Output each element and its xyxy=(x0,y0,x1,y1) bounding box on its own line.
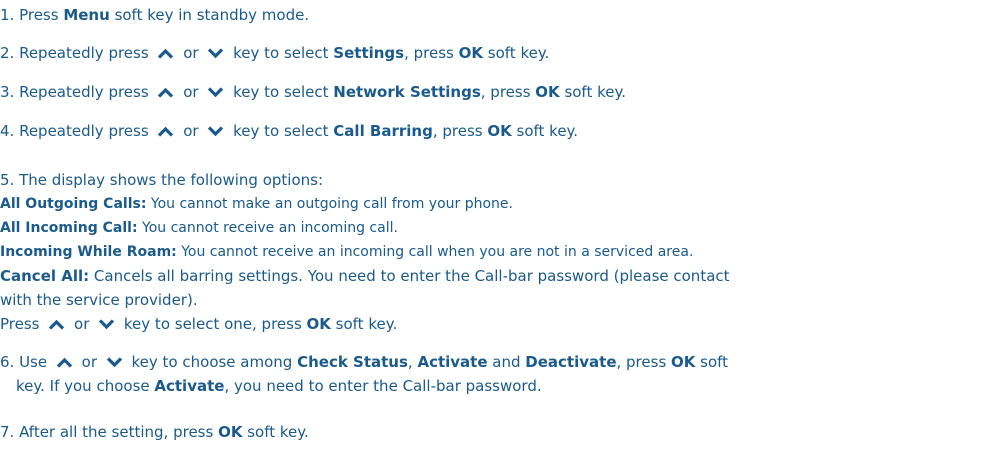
step-2-or: or xyxy=(178,44,204,62)
step-6-continued: key. If you choose Activate, you need to… xyxy=(16,376,542,396)
step-6-mid: key to choose among xyxy=(126,353,298,371)
step-3-suffix: soft key. xyxy=(559,83,626,101)
press-suffix: soft key. xyxy=(330,315,398,333)
option-description: You cannot receive an incoming call. xyxy=(137,220,398,236)
step-6: 6. Use or key to choose among Check Stat… xyxy=(0,352,728,372)
step-4-suffix: soft key. xyxy=(511,122,579,140)
step-3-press: , press xyxy=(480,83,536,101)
ok-key-label: OK xyxy=(487,122,512,140)
option-description: You cannot receive an incoming call when… xyxy=(176,244,694,260)
step-7-prefix: 7. After all the setting, press xyxy=(0,423,219,441)
chevron-down-icon xyxy=(207,87,224,98)
step-6-soft: soft xyxy=(695,353,729,371)
step-1-suffix: soft key in standby mode. xyxy=(109,6,310,24)
step-2: 2. Repeatedly press or key to select Set… xyxy=(0,43,549,63)
ok-key-label: OK xyxy=(218,423,243,441)
chevron-up-icon xyxy=(48,319,65,330)
step-2-suffix: soft key. xyxy=(483,44,550,62)
step-6-line2-a: key. If you choose xyxy=(16,377,155,395)
activate-label: Activate xyxy=(417,353,488,371)
option-all-incoming: All Incoming Call: You cannot receive an… xyxy=(0,218,398,238)
ok-key-label: OK xyxy=(458,44,484,62)
press-mid: key to select one, press xyxy=(119,315,307,333)
ok-key-label: OK xyxy=(671,353,696,371)
step-1: 1. Press Menu soft key in standby mode. xyxy=(0,5,309,25)
deactivate-label: Deactivate xyxy=(525,353,617,371)
step-3-prefix: 3. Repeatedly press xyxy=(0,83,154,101)
press-prefix: Press xyxy=(0,315,45,333)
menu-key-label: Menu xyxy=(63,6,110,24)
step-4-or: or xyxy=(178,122,204,140)
option-all-outgoing: All Outgoing Calls: You cannot make an o… xyxy=(0,194,513,214)
chevron-up-icon xyxy=(157,48,174,59)
step-4: 4. Repeatedly press or key to select Cal… xyxy=(0,121,578,141)
step-4-press: , press xyxy=(432,122,488,140)
instruction-document: 1. Press Menu soft key in standby mode. … xyxy=(0,0,1005,465)
chevron-up-icon xyxy=(56,357,73,368)
chevron-up-icon xyxy=(157,126,174,137)
press-or: or xyxy=(69,315,95,333)
option-description: Cancels all barring settings. You need t… xyxy=(89,267,730,285)
step-6-line2-b: , you need to enter the Call-bar passwor… xyxy=(224,377,542,395)
step-3-or: or xyxy=(178,83,204,101)
step-3-mid: key to select xyxy=(228,83,334,101)
option-label: Incoming While Roam: xyxy=(0,244,177,260)
check-status-label: Check Status xyxy=(297,353,408,371)
step-4-prefix: 4. Repeatedly press xyxy=(0,122,154,140)
option-incoming-while-roam: Incoming While Roam: You cannot receive … xyxy=(0,242,693,262)
activate-label: Activate xyxy=(154,377,225,395)
step-2-mid: key to select xyxy=(228,44,334,62)
ok-key-label: OK xyxy=(535,83,560,101)
step-4-mid: key to select xyxy=(228,122,334,140)
step-5-press-line: Press or key to select one, press OK sof… xyxy=(0,314,397,334)
ok-key-label: OK xyxy=(306,315,331,333)
step-3: 3. Repeatedly press or key to select Net… xyxy=(0,82,626,102)
chevron-down-icon xyxy=(207,126,224,137)
option-cancel-all-continued: with the service provider). xyxy=(0,291,198,309)
step-1-prefix: 1. Press xyxy=(0,6,64,24)
network-settings-label: Network Settings xyxy=(333,83,481,101)
option-label: Cancel All: xyxy=(0,267,90,285)
step-5-intro: 5. The display shows the following optio… xyxy=(0,171,324,189)
step-7-suffix: soft key. xyxy=(242,423,309,441)
option-label: All Incoming Call: xyxy=(0,220,138,236)
option-description: You cannot make an outgoing call from yo… xyxy=(146,196,513,212)
call-barring-label: Call Barring xyxy=(333,122,433,140)
chevron-down-icon xyxy=(98,319,115,330)
option-label: All Outgoing Calls: xyxy=(0,196,147,212)
chevron-down-icon xyxy=(106,357,123,368)
step-6-and: and xyxy=(487,353,526,371)
step-6-prefix: 6. Use xyxy=(0,353,52,371)
step-2-press: , press xyxy=(404,44,459,62)
step-6-or: or xyxy=(76,353,102,371)
step-7: 7. After all the setting, press OK soft … xyxy=(0,422,309,442)
chevron-down-icon xyxy=(207,48,224,59)
option-cancel-all: Cancel All: Cancels all barring settings… xyxy=(0,266,730,286)
settings-label: Settings xyxy=(333,44,405,62)
step-2-prefix: 2. Repeatedly press xyxy=(0,44,154,62)
step-6-press: , press xyxy=(616,353,672,371)
chevron-up-icon xyxy=(157,87,174,98)
